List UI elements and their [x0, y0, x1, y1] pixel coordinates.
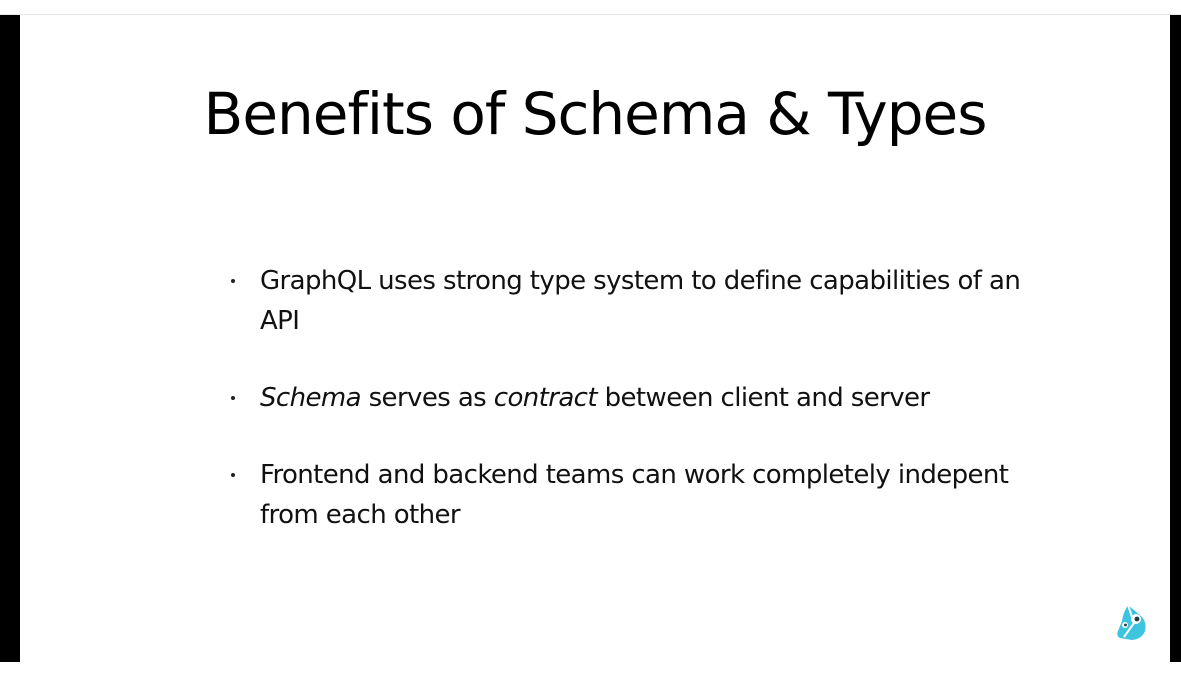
right-letterbox [1170, 15, 1181, 662]
slide: Benefits of Schema & Types GraphQL uses … [20, 15, 1170, 662]
bullet-text-segment: between client and server [596, 383, 930, 413]
bullet-item: Schema serves as contract between client… [226, 378, 1026, 418]
bullet-list: GraphQL uses strong type system to defin… [226, 261, 1026, 535]
bullet-text: Frontend and backend teams can work comp… [260, 460, 1009, 530]
bullet-text-segment: serves as [360, 383, 494, 413]
bottom-strip [0, 662, 1181, 682]
bullet-text: GraphQL uses strong type system to defin… [260, 266, 1021, 336]
bullet-marker [231, 396, 235, 400]
bullet-marker [231, 279, 235, 283]
bullet-emphasis-contract: contract [493, 383, 598, 413]
left-letterbox [0, 15, 20, 662]
prisma-bird-icon [1117, 604, 1146, 640]
top-strip [0, 0, 1181, 15]
screen: Benefits of Schema & Types GraphQL uses … [0, 0, 1181, 682]
bullet-item: GraphQL uses strong type system to defin… [226, 261, 1026, 341]
bullet-emphasis-schema: Schema [260, 383, 362, 413]
bullet-item: Frontend and backend teams can work comp… [226, 455, 1026, 535]
slide-title: Benefits of Schema & Types [203, 80, 988, 148]
bullet-marker [231, 473, 235, 477]
